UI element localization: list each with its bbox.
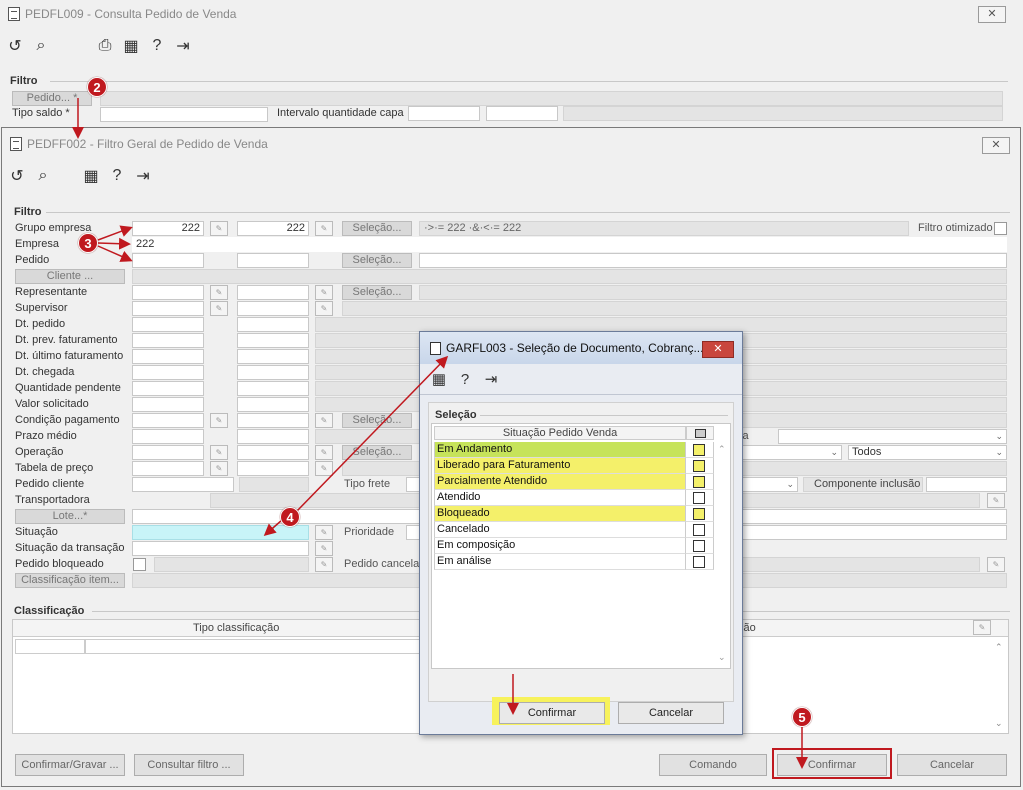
annotation-arrows xyxy=(72,98,808,769)
step-marker-3: 3 xyxy=(78,233,98,253)
step-marker-4: 4 xyxy=(280,507,300,527)
step-marker-2: 2 xyxy=(87,77,107,97)
step-marker-5: 5 xyxy=(792,707,812,727)
